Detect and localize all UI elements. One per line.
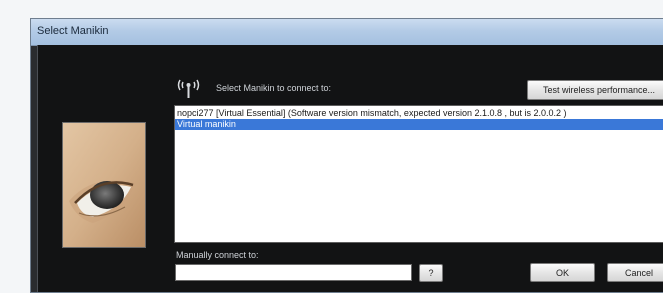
cancel-button[interactable]: Cancel: [607, 263, 663, 282]
manual-connect-label: Manually connect to:: [176, 250, 259, 260]
title-bar[interactable]: Select Manikin: [31, 19, 663, 46]
wireless-antenna-icon: [177, 77, 203, 99]
window-title: Select Manikin: [37, 25, 109, 37]
mannequin-eye-graphic: [63, 123, 145, 247]
ok-button[interactable]: OK: [530, 263, 595, 282]
manual-connect-input[interactable]: [175, 264, 412, 281]
help-button[interactable]: ?: [419, 264, 443, 282]
manikin-list[interactable]: nopci277 [Virtual Essential] (Software v…: [174, 105, 663, 243]
select-manikin-label: Select Manikin to connect to:: [216, 83, 332, 93]
test-wireless-performance-button[interactable]: Test wireless performance...: [527, 80, 663, 100]
manikin-list-item-selected[interactable]: Virtual manikin: [175, 119, 663, 130]
manikin-list-item[interactable]: nopci277 [Virtual Essential] (Software v…: [175, 108, 663, 119]
dialog-client-area: Select Manikin to connect to: Test wirel…: [37, 45, 663, 292]
select-manikin-dialog: Select Manikin Select Manikin to connect…: [30, 18, 663, 293]
mannequin-eye-image: [62, 122, 146, 248]
